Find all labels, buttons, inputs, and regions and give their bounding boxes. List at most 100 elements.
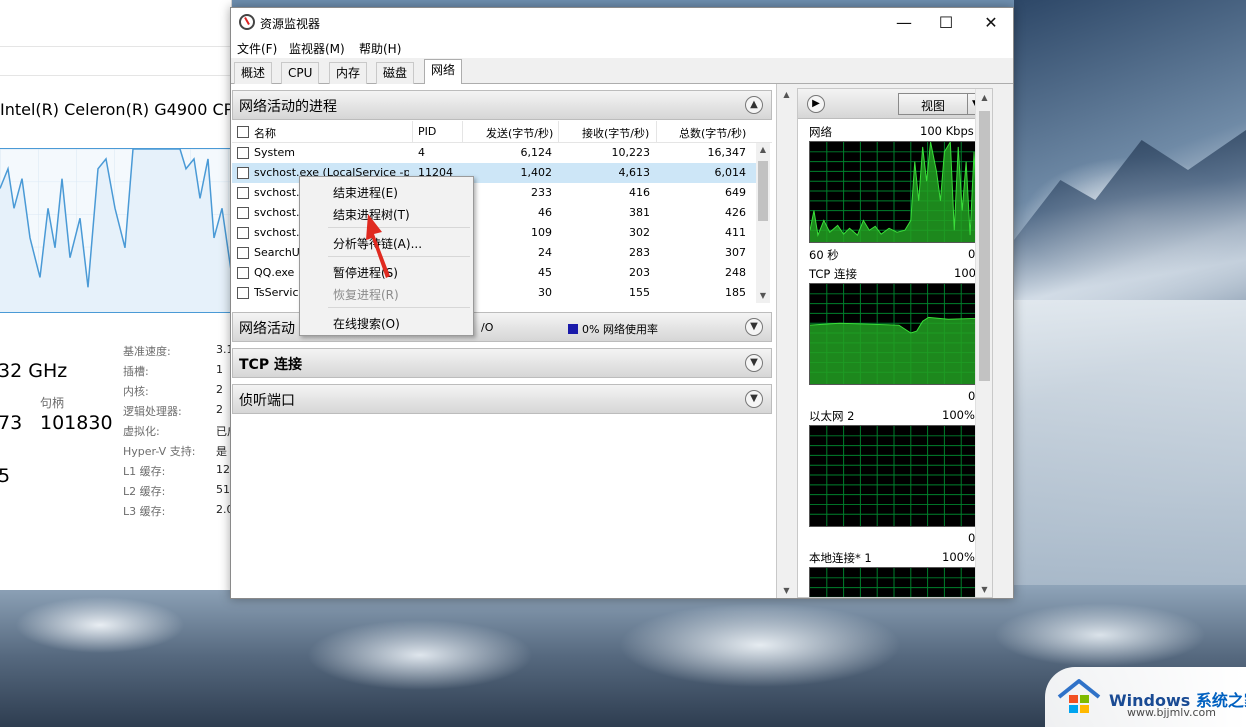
cell-receive: 302 [629, 226, 650, 239]
scroll-up-icon[interactable]: ▲ [756, 143, 770, 157]
cell-send: 109 [531, 226, 552, 239]
cell-receive: 4,613 [618, 166, 651, 179]
section-tcp-header[interactable]: TCP 连接 ▼ [232, 348, 772, 378]
menu-end-process[interactable]: 结束进程(E) [333, 184, 398, 201]
spec-label: 插槽: [123, 365, 149, 378]
column-total[interactable]: 总数(字节/秒) [679, 125, 746, 141]
cpu-usage-graph-svg [0, 148, 233, 312]
column-pid[interactable]: PID [418, 125, 436, 138]
scroll-thumb[interactable] [979, 111, 990, 381]
tab-cpu[interactable]: CPU [281, 62, 320, 84]
column-receive[interactable]: 接收(字节/秒) [582, 125, 649, 141]
chart-ethernet [809, 425, 979, 527]
menu-file[interactable]: 文件(F) [237, 40, 277, 57]
chevron-down-icon[interactable]: ▼ [745, 318, 763, 336]
menu-monitor[interactable]: 监视器(M) [289, 40, 345, 57]
tab-memory[interactable]: 内存 [329, 62, 368, 84]
column-divider [462, 121, 463, 143]
cell-total: 307 [725, 246, 746, 259]
cpu-name: Intel(R) Celeron(R) G4900 CPU [0, 100, 245, 119]
cell-total: 426 [725, 206, 746, 219]
cell-send: 46 [538, 206, 552, 219]
menu-help[interactable]: 帮助(H) [359, 40, 401, 57]
spec-label: L1 缓存: [123, 465, 166, 478]
chevron-down-icon[interactable]: ▼ [745, 390, 763, 408]
menu-search-online[interactable]: 在线搜索(O) [333, 315, 400, 332]
cell-send: 24 [538, 246, 552, 259]
row-checkbox[interactable] [237, 267, 249, 279]
cell-receive: 283 [629, 246, 650, 259]
section-title: 网络活动的进程 [239, 99, 337, 115]
section-listening-ports-header[interactable]: 侦听端口 ▼ [232, 384, 772, 414]
chart-tcp-max: 100 [954, 266, 976, 280]
chart-ethernet-label: 以太网 2 [809, 409, 855, 423]
row-checkbox[interactable] [237, 227, 249, 239]
maximize-button[interactable]: ☐ [923, 8, 969, 38]
row-checkbox[interactable] [237, 167, 249, 179]
chevron-right-icon[interactable]: ▶ [807, 95, 825, 113]
row-checkbox[interactable] [237, 147, 249, 159]
chart-pane: ▶ 视图 ▼ 网络 100 Kbps 60 秒 0 TCP 连接 [797, 88, 993, 598]
scroll-down-icon[interactable]: ▼ [778, 584, 795, 598]
cell-total: 649 [725, 186, 746, 199]
chevron-down-icon[interactable]: ▼ [745, 354, 763, 372]
scroll-thumb[interactable] [758, 161, 768, 221]
process-table-scrollbar[interactable]: ▲ ▼ [756, 143, 770, 303]
row-checkbox[interactable] [237, 187, 249, 199]
chart-pane-scrollbar[interactable]: ▲ ▼ [975, 89, 992, 597]
spec-label: L3 缓存: [123, 505, 166, 518]
spec-label: 虚拟化: [123, 425, 160, 438]
cell-send: 6,124 [520, 146, 553, 159]
menu-bar: 文件(F) 监视器(M) 帮助(H) [231, 38, 1013, 58]
spec-label: L2 缓存: [123, 485, 166, 498]
cell-receive: 155 [629, 286, 650, 299]
red-arrow-icon [366, 214, 390, 278]
row-checkbox[interactable] [237, 207, 249, 219]
column-name[interactable]: 名称 [254, 125, 276, 141]
cell-total: 185 [725, 286, 746, 299]
handles-label: 句柄 [40, 396, 65, 410]
cell-receive: 381 [629, 206, 650, 219]
view-dropdown-label: 视图 [921, 99, 946, 113]
chart-ethernet-max: 100% [942, 408, 975, 422]
scroll-up-icon[interactable]: ▲ [778, 88, 795, 102]
view-dropdown[interactable]: 视图 ▼ [898, 93, 984, 115]
table-row[interactable]: System 4 6,124 10,223 16,347 [232, 143, 756, 163]
spec-label: Hyper-V 支持: [123, 445, 196, 458]
tab-disk[interactable]: 磁盘 [376, 62, 415, 84]
scroll-down-icon[interactable]: ▼ [976, 583, 992, 597]
cell-total: 16,347 [707, 146, 747, 159]
cell-send: 233 [531, 186, 552, 199]
row-checkbox[interactable] [237, 287, 249, 299]
title-bar[interactable]: 资源监视器 — ☐ ✕ [231, 8, 1013, 38]
cell-send: 45 [538, 266, 552, 279]
chart-network [809, 141, 979, 243]
processes-value: 73 [0, 412, 23, 434]
section-title: TCP 连接 [239, 357, 302, 373]
cpu-speed-value: 32 GHz [0, 360, 68, 382]
wallpaper-clouds-right [1014, 300, 1246, 600]
uptime-value: 5 [0, 465, 11, 487]
select-all-checkbox[interactable] [237, 126, 249, 138]
spec-label: 逻辑处理器: [123, 405, 182, 418]
scroll-down-icon[interactable]: ▼ [756, 289, 770, 303]
column-send[interactable]: 发送(字节/秒) [486, 125, 553, 141]
row-checkbox[interactable] [237, 247, 249, 259]
chevron-up-icon[interactable]: ▲ [745, 96, 763, 114]
tab-overview[interactable]: 概述 [234, 62, 273, 84]
close-button[interactable]: ✕ [968, 8, 1014, 38]
cell-pid: 4 [418, 146, 425, 159]
column-divider [558, 121, 559, 143]
tab-network[interactable]: 网络 [424, 59, 463, 85]
left-pane-scrollbar[interactable]: ▲ ▼ [778, 88, 795, 598]
cpu-usage-graph [0, 148, 233, 313]
spec-label: 基准速度: [123, 345, 171, 358]
spec-label: 内核: [123, 385, 149, 398]
chart-network-max: 100 Kbps [920, 124, 974, 138]
task-manager-search-bar [0, 46, 232, 76]
chart-network-timespan: 60 秒 [809, 248, 839, 262]
scroll-up-icon[interactable]: ▲ [976, 91, 992, 105]
section-network-processes-header[interactable]: 网络活动的进程 ▲ [232, 90, 772, 120]
chart-tcp [809, 283, 979, 385]
minimize-button[interactable]: — [881, 8, 927, 38]
